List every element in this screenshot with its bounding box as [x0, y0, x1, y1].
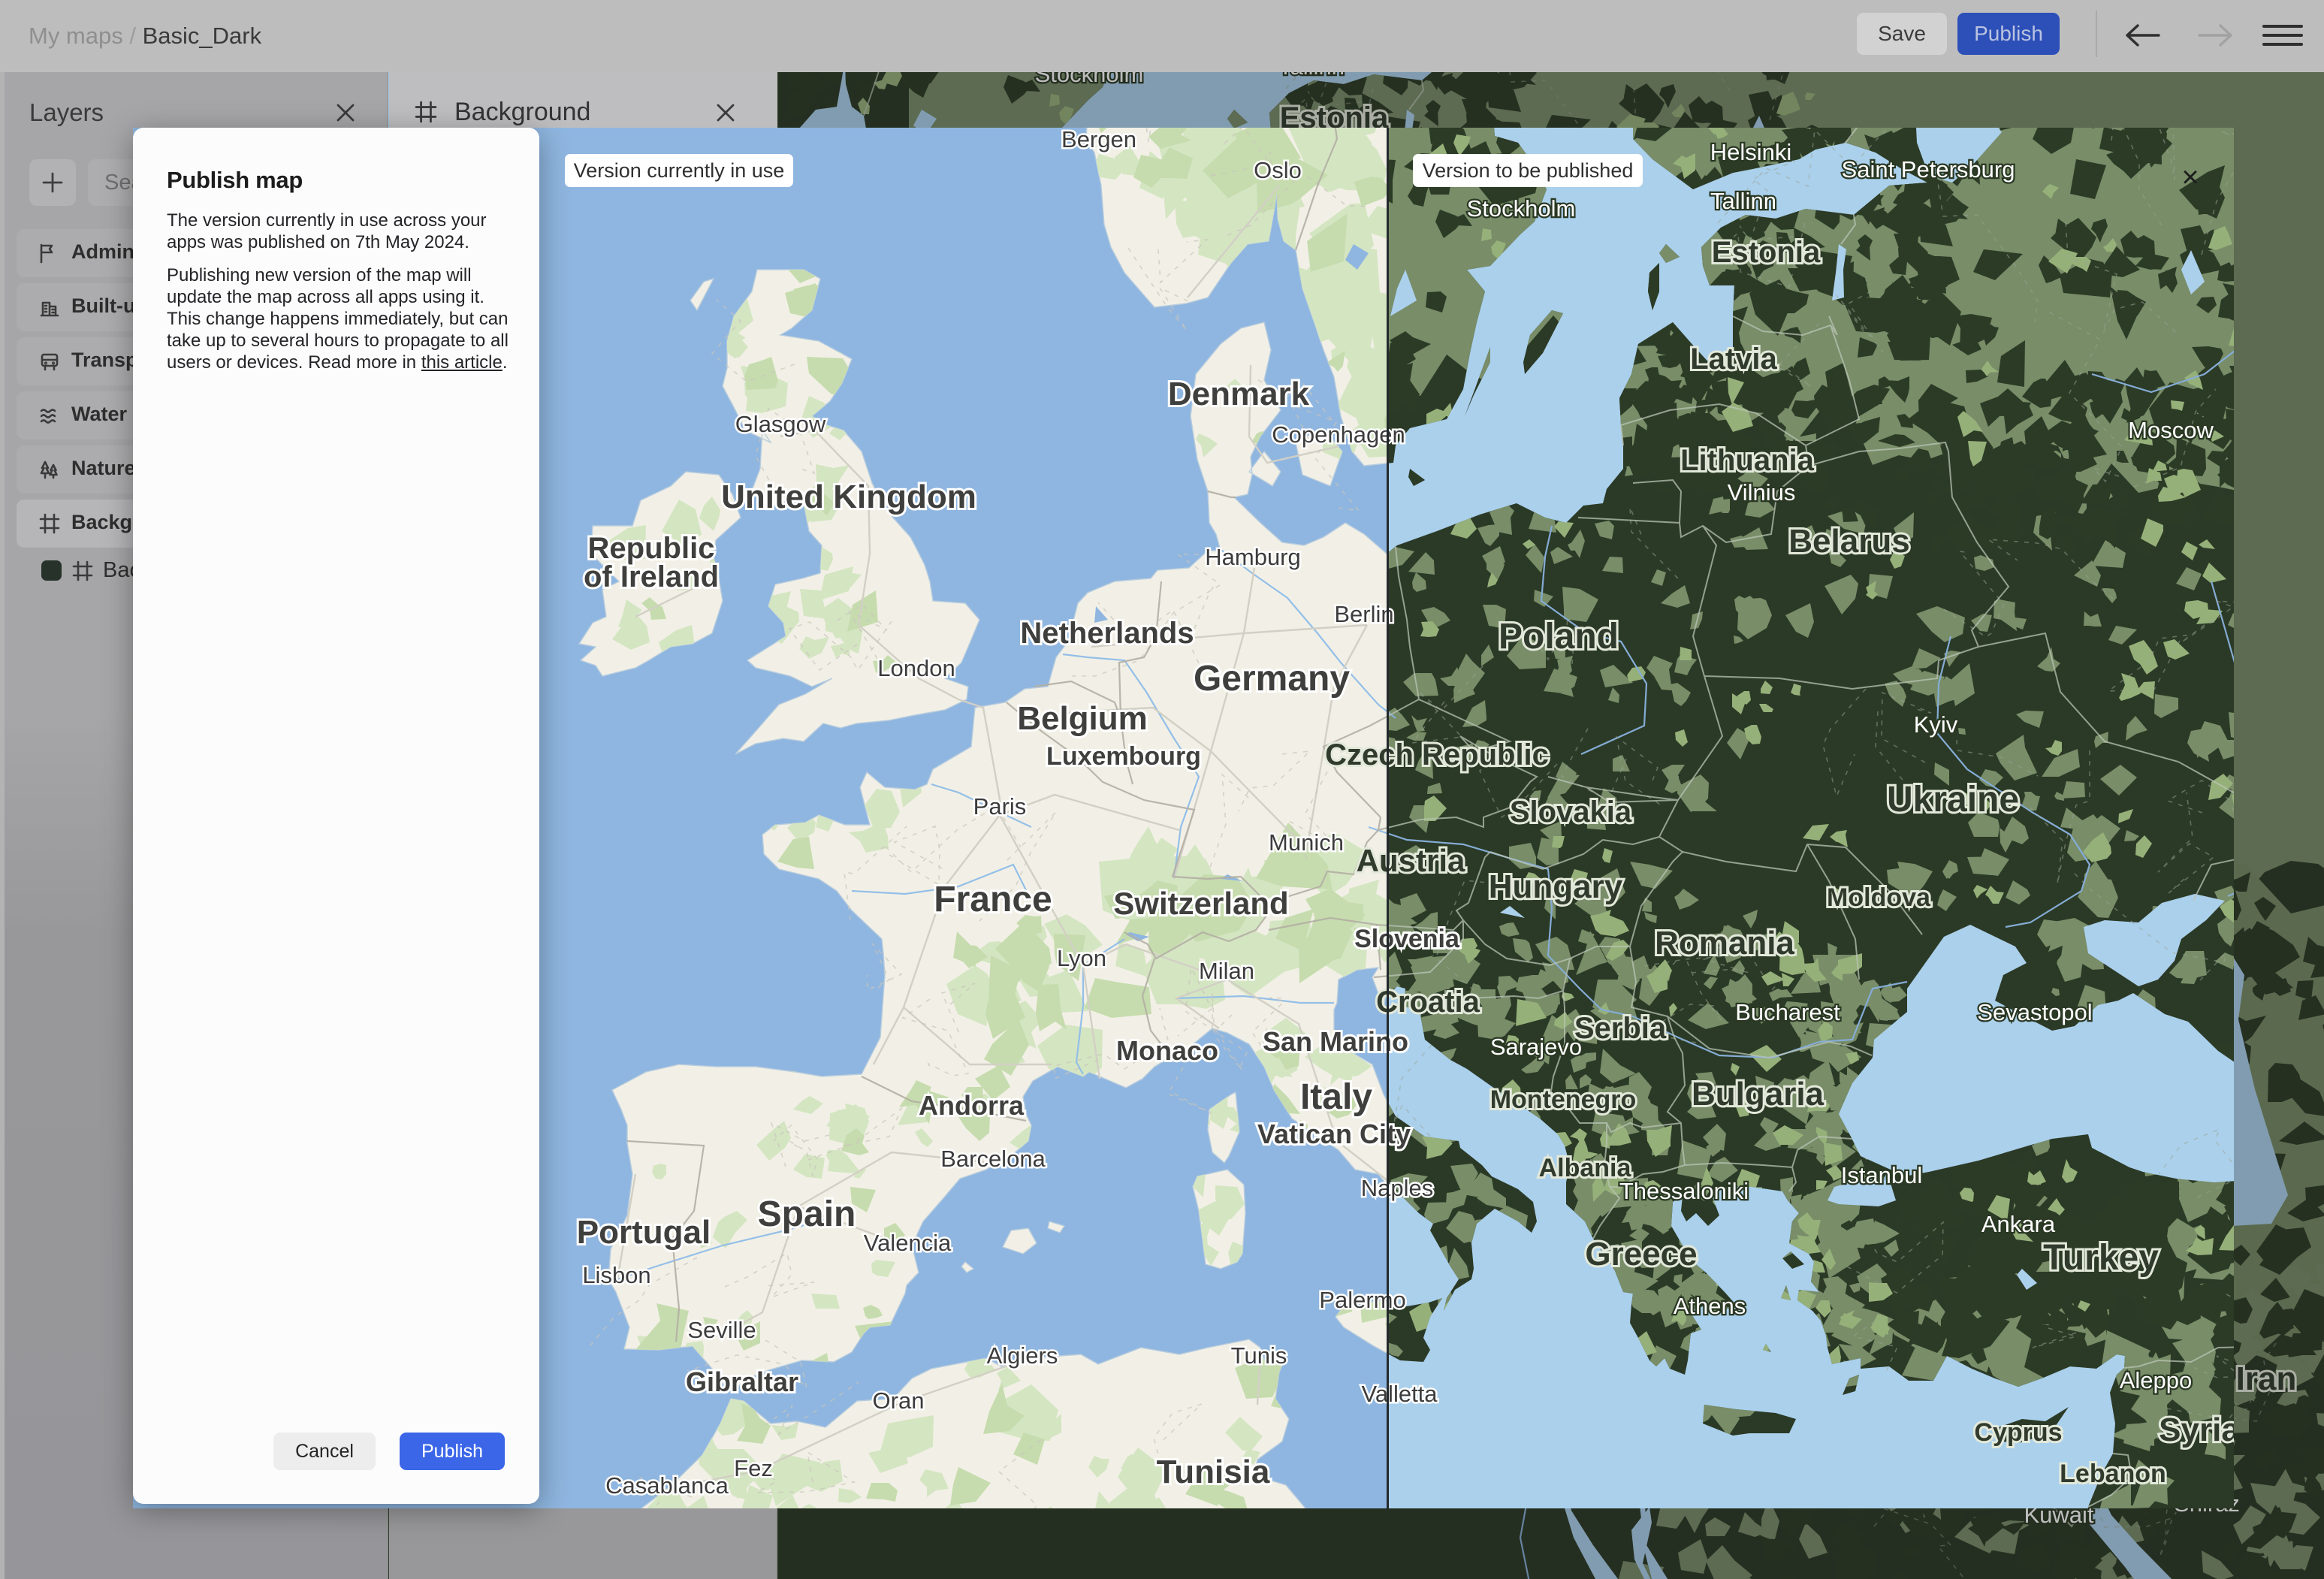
svg-text:Paris: Paris: [973, 793, 1027, 820]
svg-text:Croatia: Croatia: [1376, 986, 1480, 1019]
svg-text:Poland: Poland: [1499, 617, 1619, 657]
svg-text:Athens: Athens: [1674, 1293, 1746, 1319]
svg-text:Andorra: Andorra: [919, 1090, 1025, 1121]
svg-text:Denmark: Denmark: [1168, 376, 1310, 412]
svg-text:Ankara: Ankara: [1981, 1211, 2056, 1237]
svg-text:Greece: Greece: [1585, 1236, 1697, 1273]
svg-text:Tunis: Tunis: [1231, 1342, 1287, 1369]
svg-text:Belarus: Belarus: [1788, 523, 1909, 560]
svg-text:Latvia: Latvia: [1690, 343, 1777, 376]
svg-text:Ukraine: Ukraine: [1887, 780, 2019, 820]
svg-text:Valencia: Valencia: [864, 1230, 952, 1256]
svg-text:Oran: Oran: [873, 1387, 925, 1414]
svg-text:Seville: Seville: [687, 1317, 756, 1343]
svg-text:Czech Republic: Czech Republic: [1325, 738, 1549, 771]
svg-text:×: ×: [2181, 161, 2199, 194]
svg-text:Berlin: Berlin: [1334, 601, 1393, 627]
svg-text:Lithuania: Lithuania: [1680, 444, 1815, 477]
svg-text:Casablanca: Casablanca: [605, 1472, 729, 1499]
svg-text:Monaco: Monaco: [1116, 1035, 1218, 1066]
svg-text:Oslo: Oslo: [1254, 157, 1302, 183]
svg-text:Thessaloniki: Thessaloniki: [1619, 1178, 1749, 1204]
svg-text:Netherlands: Netherlands: [1020, 617, 1194, 650]
svg-text:Valletta: Valletta: [1361, 1381, 1438, 1407]
svg-text:Barcelona: Barcelona: [940, 1146, 1046, 1172]
svg-text:Kyiv: Kyiv: [1914, 711, 1958, 738]
svg-text:Tunisia: Tunisia: [1157, 1454, 1270, 1490]
svg-text:Sevastopol: Sevastopol: [1977, 999, 2092, 1025]
svg-text:Germany: Germany: [1194, 659, 1350, 699]
svg-text:Turkey: Turkey: [2043, 1238, 2159, 1278]
svg-text:Slovenia: Slovenia: [1354, 925, 1460, 953]
svg-text:United Kingdom: United Kingdom: [721, 479, 976, 515]
svg-text:of Ireland: of Ireland: [584, 560, 719, 593]
svg-text:Italy: Italy: [1300, 1077, 1372, 1117]
svg-text:Naples: Naples: [1361, 1175, 1434, 1201]
svg-text:Stockholm: Stockholm: [1467, 195, 1576, 222]
svg-text:Lyon: Lyon: [1057, 945, 1106, 971]
svg-text:Hamburg: Hamburg: [1205, 544, 1301, 570]
svg-text:Moldova: Moldova: [1827, 883, 1931, 912]
svg-text:Istanbul: Istanbul: [1841, 1162, 1923, 1188]
svg-text:Montenegro: Montenegro: [1490, 1085, 1637, 1114]
svg-text:London: London: [877, 655, 955, 681]
svg-text:Fez: Fez: [734, 1455, 773, 1481]
svg-text:Bucharest: Bucharest: [1735, 999, 1840, 1025]
svg-text:Bergen: Bergen: [1061, 126, 1136, 152]
svg-text:Gibraltar: Gibraltar: [686, 1366, 798, 1397]
svg-text:Copenhagen: Copenhagen: [1272, 421, 1405, 448]
svg-text:Vilnius: Vilnius: [1728, 479, 1796, 506]
svg-text:Aleppo: Aleppo: [2120, 1367, 2193, 1393]
svg-text:Hungary: Hungary: [1489, 868, 1623, 905]
svg-text:Moscow: Moscow: [2128, 417, 2214, 443]
svg-text:Sarajevo: Sarajevo: [1490, 1034, 1582, 1060]
svg-text:Slovakia: Slovakia: [1510, 796, 1632, 829]
svg-text:Luxembourg: Luxembourg: [1046, 742, 1201, 771]
svg-text:Cyprus: Cyprus: [1974, 1418, 2062, 1447]
svg-text:Estonia: Estonia: [1712, 236, 1821, 269]
svg-text:Palermo: Palermo: [1319, 1287, 1405, 1313]
svg-text:Bulgaria: Bulgaria: [1692, 1076, 1824, 1113]
svg-text:Helsinki: Helsinki: [1710, 139, 1792, 165]
svg-text:Glasgow: Glasgow: [735, 411, 826, 437]
svg-text:Lebanon: Lebanon: [2060, 1460, 2166, 1488]
svg-text:Milan: Milan: [1199, 958, 1254, 984]
svg-text:Lisbon: Lisbon: [582, 1262, 650, 1288]
svg-text:Tallinn: Tallinn: [1710, 188, 1776, 214]
svg-text:Spain: Spain: [758, 1194, 856, 1234]
svg-text:Switzerland: Switzerland: [1113, 886, 1288, 921]
svg-text:Romania: Romania: [1655, 925, 1794, 962]
svg-text:Algiers: Algiers: [987, 1342, 1058, 1369]
svg-text:Serbia: Serbia: [1574, 1012, 1667, 1045]
svg-text:Munich: Munich: [1269, 829, 1344, 856]
svg-text:Albania: Albania: [1539, 1154, 1632, 1182]
svg-text:Portugal: Portugal: [577, 1214, 711, 1251]
svg-text:Syria: Syria: [2159, 1411, 2240, 1448]
svg-text:Belgium: Belgium: [1017, 700, 1148, 737]
svg-text:Austria: Austria: [1357, 843, 1465, 878]
svg-text:Saint Petersburg: Saint Petersburg: [1842, 156, 2015, 183]
svg-text:France: France: [934, 880, 1052, 919]
